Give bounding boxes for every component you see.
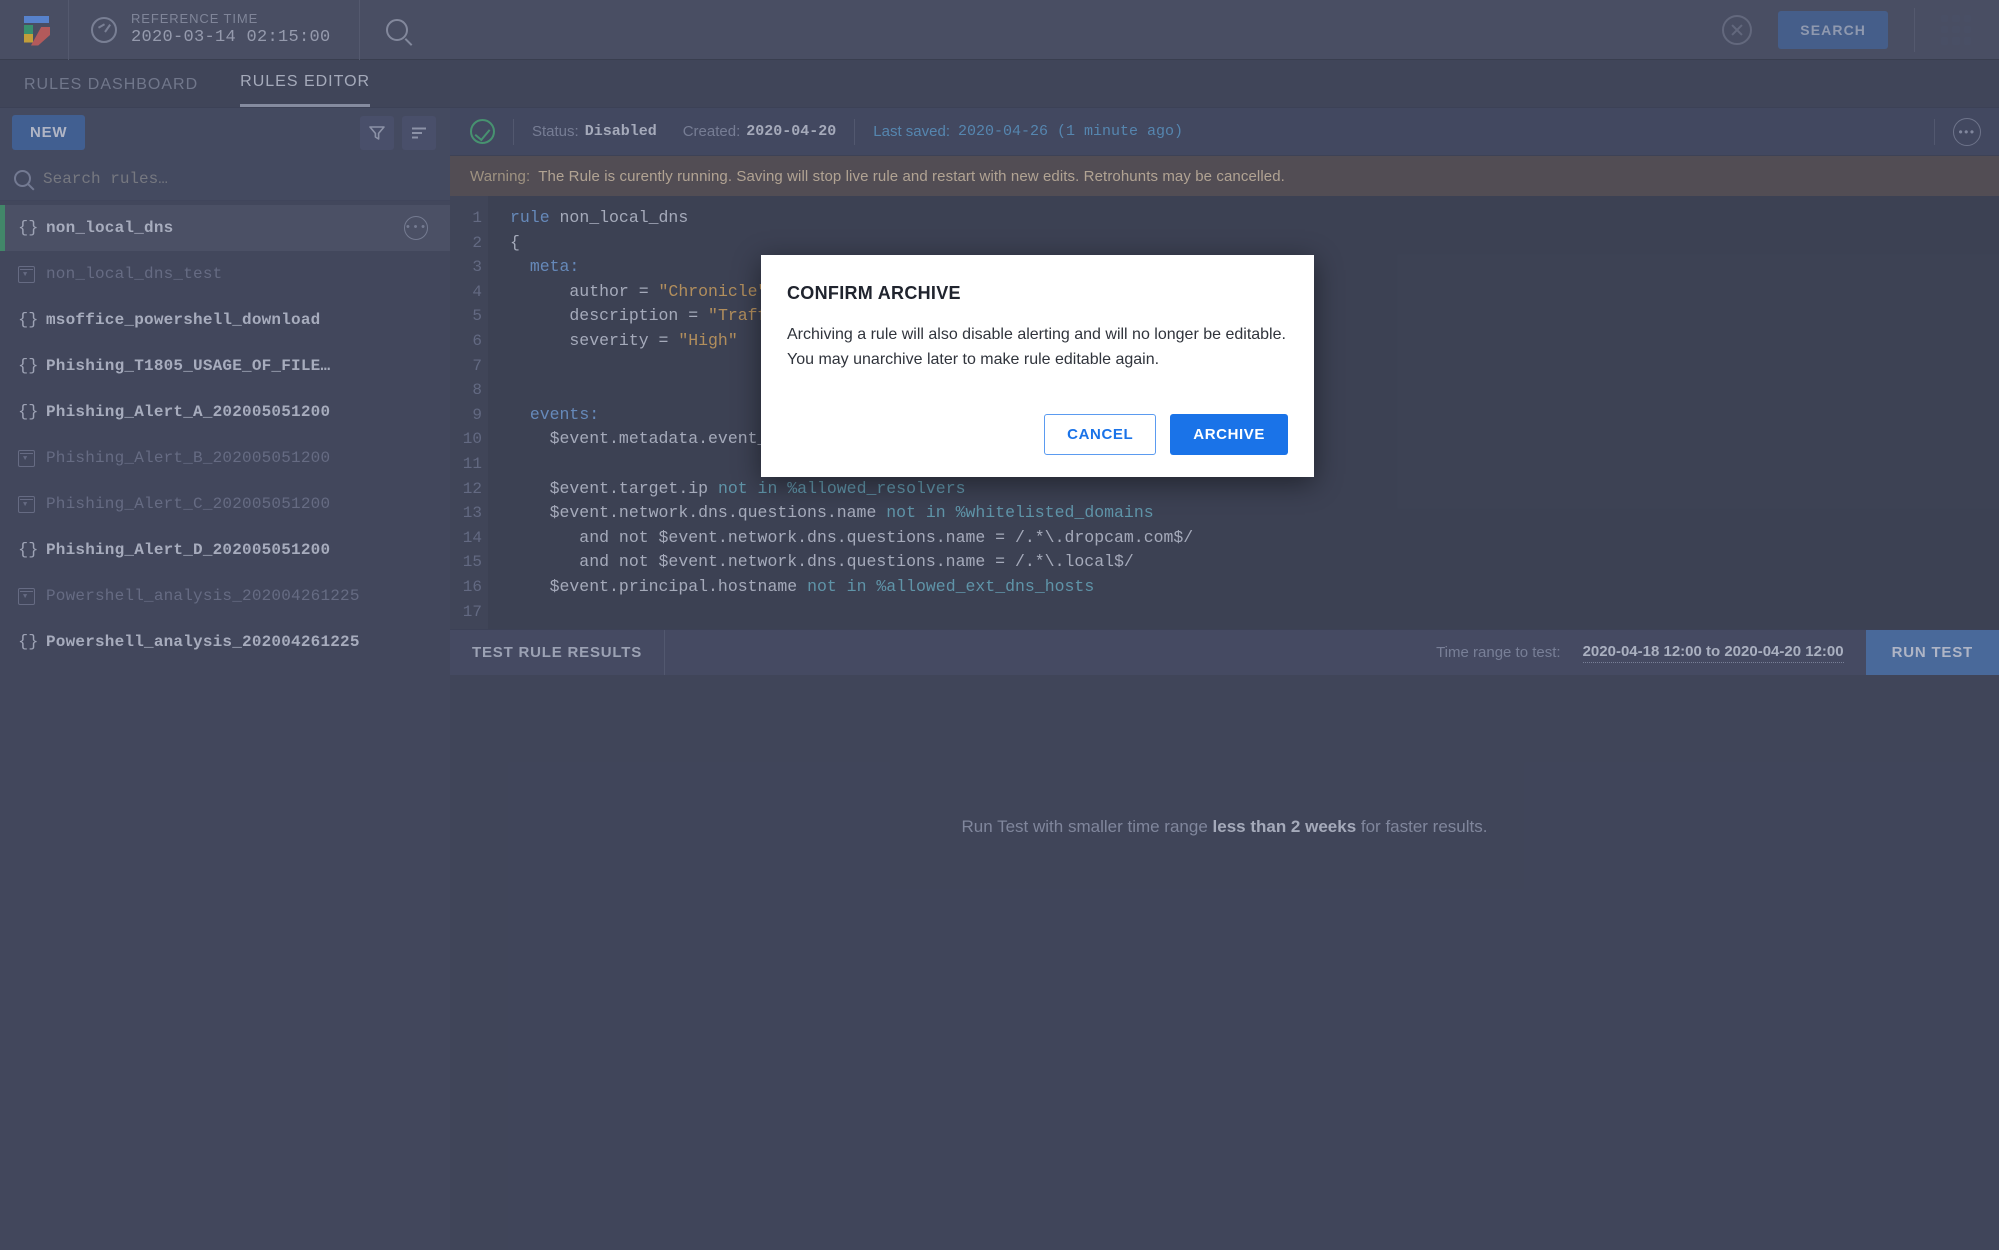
cancel-button[interactable]: CANCEL xyxy=(1044,414,1157,455)
modal-overlay[interactable] xyxy=(0,0,1999,1250)
app-root: REFERENCE TIME 2020-03-14 02:15:00 SEARC… xyxy=(0,0,1999,1250)
dialog-line-1: Archiving a rule will also disable alert… xyxy=(787,326,1286,343)
dialog-title: CONFIRM ARCHIVE xyxy=(787,283,961,303)
archive-button[interactable]: ARCHIVE xyxy=(1170,414,1288,455)
confirm-archive-dialog: CONFIRM ARCHIVE Archiving a rule will al… xyxy=(761,255,1314,477)
dialog-line-2: You may unarchive later to make rule edi… xyxy=(787,351,1160,368)
